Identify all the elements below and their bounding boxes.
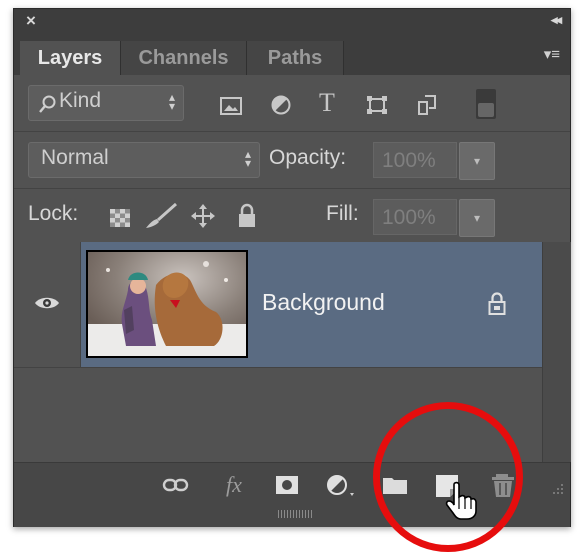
opacity-field[interactable]: 100% [373,142,457,178]
panel-resize-handle[interactable] [278,510,314,518]
select-arrows-icon: ▴ ▾ [168,90,175,113]
lock-image-pixels-brush-icon[interactable] [144,203,178,229]
lock-transparent-pixels-icon[interactable] [110,209,130,227]
lock-row: Lock: Fill: 100% ▾ [14,189,570,245]
type-layer-filter-icon[interactable]: T [314,88,340,118]
visibility-toggle[interactable] [14,242,81,367]
filter-kind-select[interactable]: Kind ▴ ▾ [28,85,184,121]
filter-kind-label: Kind [59,89,102,112]
layers-scrollbar[interactable] [542,242,571,462]
adjustment-layer-filter-icon[interactable] [271,95,291,115]
smart-object-filter-icon[interactable] [417,94,437,116]
panel-title-bar: × ◂◂ [14,9,570,35]
close-panel-icon[interactable]: × [26,11,36,31]
blend-mode-select[interactable]: Normal ▴ ▾ [28,142,260,178]
search-icon [39,95,56,113]
link-layers-icon[interactable] [161,471,191,499]
lock-label: Lock: [28,202,79,225]
fx-icon[interactable]: fx [219,471,249,499]
pixel-layer-filter-icon[interactable] [220,97,242,115]
resize-grip-icon[interactable] [550,483,564,497]
collapse-panel-icon[interactable]: ◂◂ [551,12,562,28]
shape-layer-filter-icon[interactable] [366,95,388,115]
eye-icon [35,297,59,309]
fill-field[interactable]: 100% [373,199,457,235]
tab-paths[interactable]: Paths [247,41,344,75]
filter-toggle-switch[interactable] [476,89,496,119]
fill-label: Fill: [326,202,359,225]
layer-name[interactable]: Background [262,289,385,316]
select-arrows-icon: ▴ ▾ [244,147,251,170]
adjustment-layer-icon[interactable] [324,471,354,499]
highlight-circle [373,402,523,552]
tab-channels[interactable]: Channels [121,41,247,75]
opacity-dropdown-button[interactable]: ▾ [459,142,495,180]
fill-dropdown-button[interactable]: ▾ [459,199,495,237]
add-mask-icon[interactable] [272,471,302,499]
opacity-label: Opacity: [269,146,347,169]
tab-layers[interactable]: Layers [20,41,121,75]
panel-menu-icon[interactable]: ▾≡ [544,45,560,63]
lock-all-icon[interactable] [237,203,257,229]
blend-row: Normal ▴ ▾ Opacity: 100% ▾ [14,132,570,189]
layer-row-background[interactable]: Background [14,242,542,368]
filter-row: Kind ▴ ▾ T [14,75,570,132]
lock-position-move-icon[interactable] [190,203,216,229]
layer-lock-icon [488,292,506,315]
panel-tabs: Layers Channels Paths ▾≡ [14,35,570,75]
layer-thumbnail [86,250,248,358]
blend-mode-value: Normal [41,146,109,169]
